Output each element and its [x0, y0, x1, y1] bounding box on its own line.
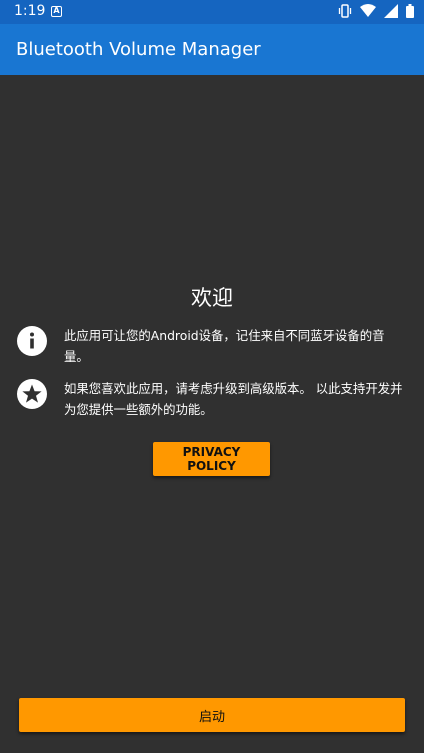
battery-icon: [406, 4, 414, 18]
app-bar: Bluetooth Volume Manager: [0, 24, 424, 75]
star-icon: [17, 379, 47, 409]
premium-row: 如果您喜欢此应用，请考虑升级到高级版本。 以此支持开发并为您提供一些额外的功能。: [16, 378, 408, 422]
wifi-icon: [360, 4, 376, 17]
info-row: 此应用可让您的Android设备，记住来自不同蓝牙设备的音量。: [16, 325, 408, 369]
welcome-title: 欢迎: [191, 286, 233, 310]
status-bar: 1:19 A: [0, 0, 424, 24]
start-button[interactable]: 启动: [19, 698, 405, 732]
vibrate-icon: [338, 4, 352, 18]
info-icon: [17, 326, 47, 356]
privacy-policy-button[interactable]: PRIVACY POLICY: [153, 442, 270, 476]
info-text: 此应用可让您的Android设备，记住来自不同蓝牙设备的音量。: [64, 328, 385, 364]
signal-icon: [384, 4, 398, 18]
notification-a-icon: A: [51, 6, 62, 17]
status-icons: [338, 4, 414, 18]
premium-text: 如果您喜欢此应用，请考虑升级到高级版本。 以此支持开发并为您提供一些额外的功能。: [64, 381, 403, 417]
status-time: 1:19: [14, 3, 46, 19]
app-title: Bluetooth Volume Manager: [16, 39, 261, 60]
